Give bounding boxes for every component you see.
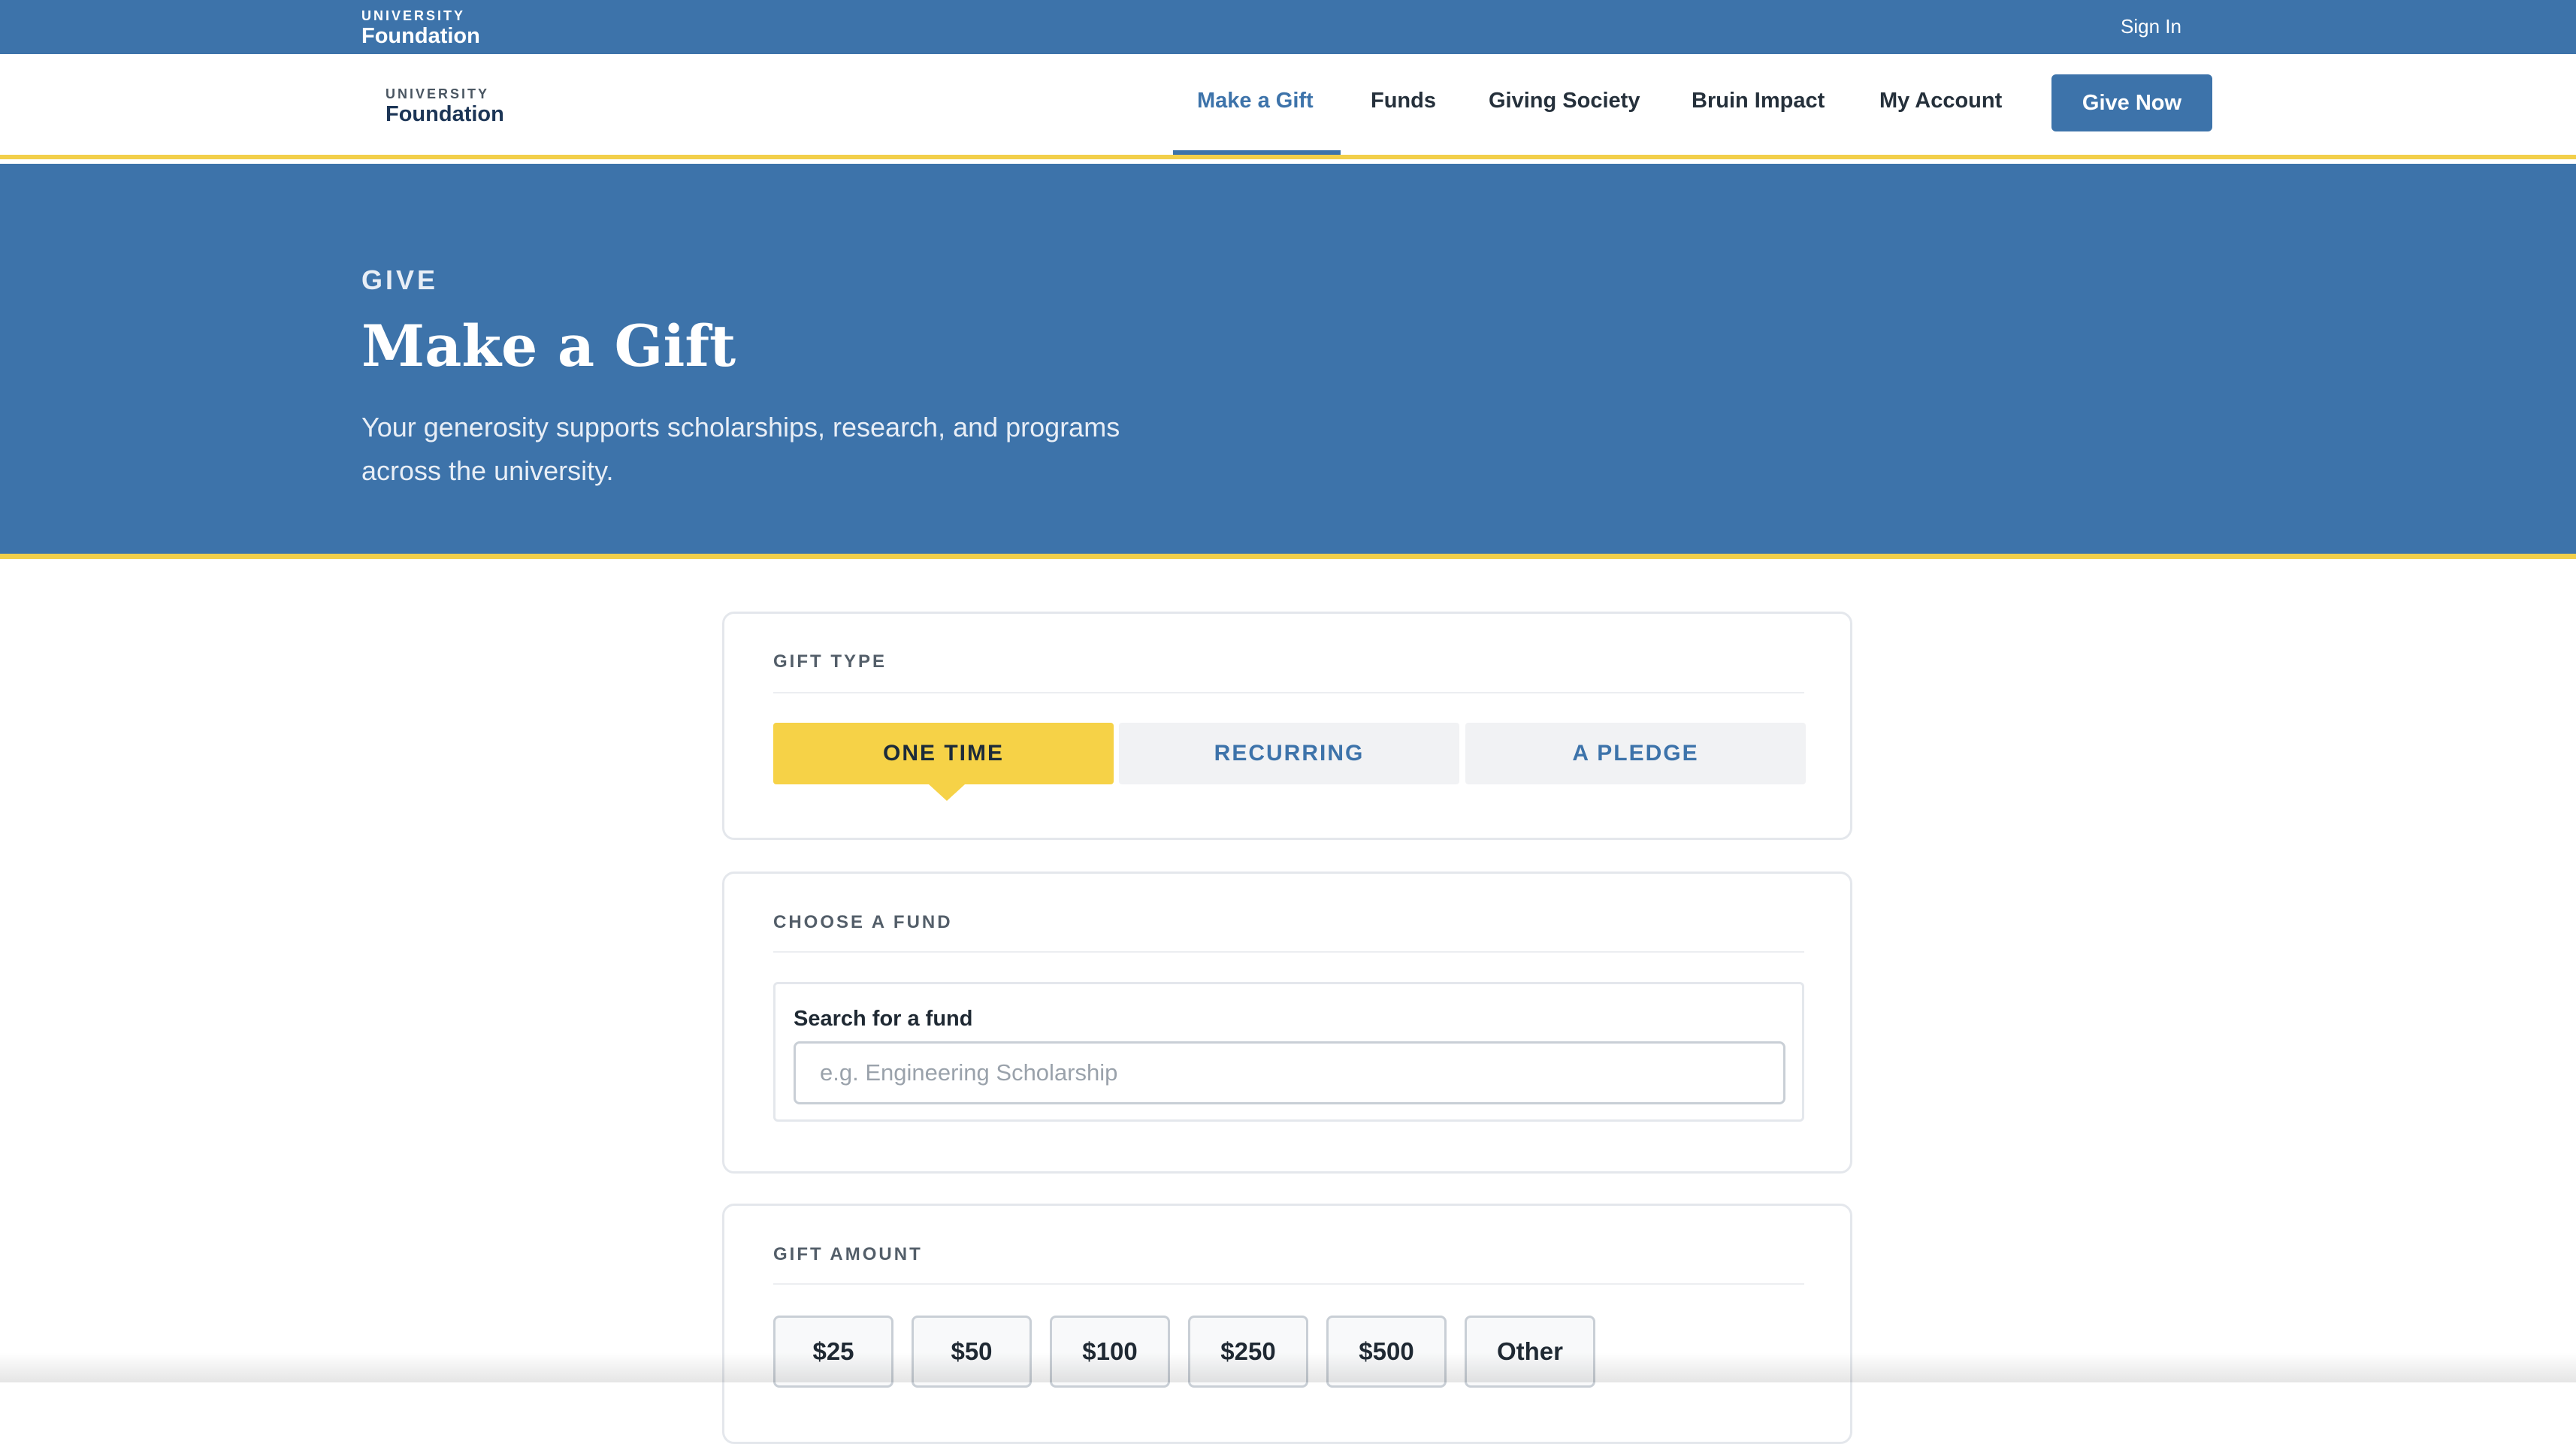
logo-big-text: Foundation [385,102,504,126]
nav-item-funds[interactable]: Funds [1371,89,1436,113]
topbar-logo[interactable]: UNIVERSITY Foundation [361,9,480,47]
logo-small-text: UNIVERSITY [361,8,466,23]
divider [773,1283,1804,1285]
gift-type-pledge[interactable]: A PLEDGE [1465,723,1806,784]
choose-fund-heading: CHOOSE A FUND [773,912,953,932]
amount-25-button[interactable]: $25 [773,1316,893,1388]
amount-500-button[interactable]: $500 [1326,1316,1447,1388]
page-title: Make a Gift [361,313,736,379]
logo-big-text: Foundation [361,24,480,48]
main-nav: UNIVERSITY Foundation Make a Gift Funds … [0,54,2576,159]
amount-250-button[interactable]: $250 [1188,1316,1308,1388]
selected-pointer-icon [929,784,965,801]
give-now-button[interactable]: Give Now [2051,74,2212,131]
active-nav-indicator [1173,150,1341,155]
divider [773,692,1804,693]
amount-50-button[interactable]: $50 [912,1316,1032,1388]
nav-item-giving-society[interactable]: Giving Society [1489,89,1640,113]
gift-type-recurring[interactable]: RECURRING [1119,723,1459,784]
sign-in-link[interactable]: Sign In [2121,15,2181,38]
amount-other-button[interactable]: Other [1465,1316,1595,1388]
hero-eyebrow: GIVE [361,264,439,295]
fund-search-box: Search for a fund [773,982,1804,1122]
nav-item-bruin-impact[interactable]: Bruin Impact [1692,89,1825,113]
amount-100-button[interactable]: $100 [1050,1316,1170,1388]
logo-small-text: UNIVERSITY [385,86,490,101]
gift-amount-card: GIFT AMOUNT $25 $50 $100 $250 $500 Other [722,1204,1852,1444]
gift-type-heading: GIFT TYPE [773,651,887,672]
nav-item-my-account[interactable]: My Account [1879,89,2002,113]
hero-banner: GIVE Make a Gift Your generosity support… [0,164,2576,559]
gift-type-card: GIFT TYPE ONE TIME RECURRING A PLEDGE [722,612,1852,840]
gift-type-one-time[interactable]: ONE TIME [773,723,1114,784]
utility-bar: UNIVERSITY Foundation Sign In [0,0,2576,54]
fund-search-input[interactable] [794,1041,1785,1104]
gift-amount-heading: GIFT AMOUNT [773,1244,923,1264]
nav-item-make-a-gift[interactable]: Make a Gift [1197,89,1314,113]
fund-search-label: Search for a fund [794,1007,973,1031]
nav-logo[interactable]: UNIVERSITY Foundation [385,87,504,125]
divider [773,951,1804,953]
choose-fund-card: CHOOSE A FUND Search for a fund [722,872,1852,1174]
hero-subtitle: Your generosity supports scholarships, r… [361,412,1120,486]
